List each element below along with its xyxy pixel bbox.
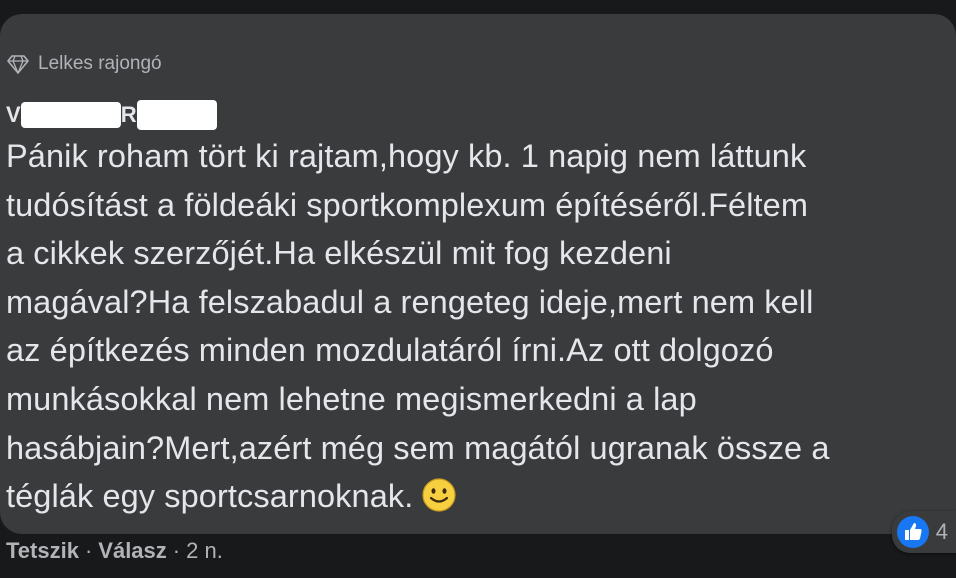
separator: · bbox=[84, 538, 93, 563]
comment-actions: Tetszik · Válasz · 2 n. bbox=[6, 538, 223, 564]
diamond-icon bbox=[7, 55, 29, 74]
redaction-block bbox=[136, 100, 217, 130]
author-initial-2: R bbox=[120, 102, 137, 127]
comment-view: Lelkes rajongó V R Pánik roham tört ki r… bbox=[0, 0, 956, 578]
like-button[interactable]: Tetszik bbox=[6, 538, 79, 564]
redaction-block bbox=[20, 102, 121, 128]
separator: · bbox=[172, 538, 181, 563]
author-initial: V bbox=[6, 102, 21, 127]
timestamp[interactable]: 2 n. bbox=[186, 538, 223, 564]
reply-button[interactable]: Válasz bbox=[98, 538, 167, 564]
comment-text: Pánik roham tört ki rajtam,hogy kb. 1 na… bbox=[6, 132, 936, 521]
fan-badge[interactable]: Lelkes rajongó bbox=[6, 52, 162, 76]
comment-bubble: Lelkes rajongó V R Pánik roham tört ki r… bbox=[0, 14, 956, 534]
badge-label: Lelkes rajongó bbox=[38, 53, 162, 74]
comment-body: Pánik roham tört ki rajtam,hogy kb. 1 na… bbox=[6, 138, 830, 515]
reaction-summary[interactable]: 4 bbox=[891, 511, 956, 553]
like-icon bbox=[896, 516, 929, 548]
reaction-count: 4 bbox=[935, 519, 948, 544]
slightly-smiling-face-icon bbox=[422, 478, 456, 512]
author-name[interactable]: V R bbox=[6, 98, 217, 132]
